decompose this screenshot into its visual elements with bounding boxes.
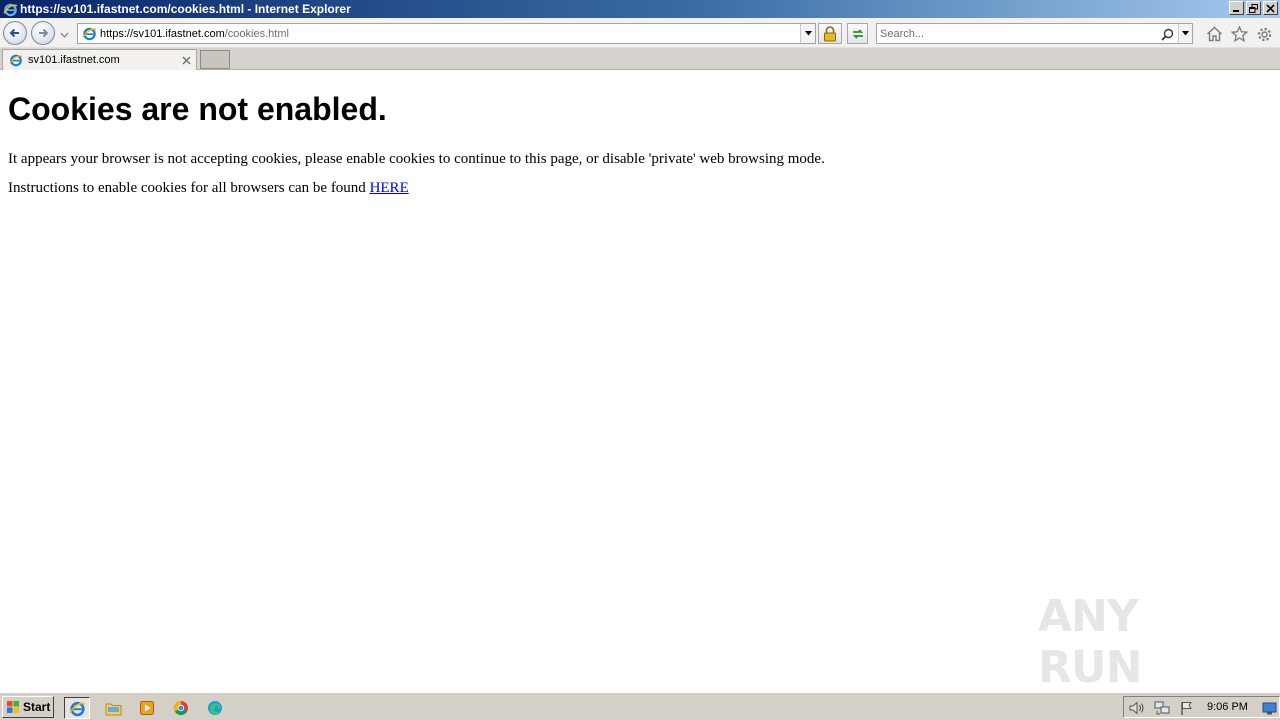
refresh-icon: [852, 28, 863, 39]
close-button[interactable]: [1263, 1, 1278, 15]
new-tab-button[interactable]: [200, 50, 230, 69]
dropdown-triangle-icon: [1182, 31, 1189, 36]
tab-bar: sv101.ifastnet.com: [0, 48, 1280, 70]
gear-icon[interactable]: [1255, 25, 1273, 43]
minimize-icon: [1233, 9, 1239, 12]
taskbar-media-player-icon[interactable]: [134, 697, 160, 719]
page-content: Cookies are not enabled. It appears your…: [0, 71, 1280, 693]
network-icon[interactable]: [1154, 700, 1170, 716]
start-label: Start: [23, 700, 51, 714]
forward-arrow-icon: [39, 28, 49, 38]
recent-pages-dropdown[interactable]: [60, 29, 69, 41]
minimize-button[interactable]: [1229, 1, 1244, 15]
watermark-text: ANY RUN: [1038, 591, 1142, 693]
window-title: https://sv101.ifastnet.com/cookies.html …: [20, 2, 351, 16]
tab-favicon-icon: [8, 52, 24, 68]
back-button[interactable]: [3, 21, 27, 45]
favorites-star-icon[interactable]: [1230, 25, 1248, 43]
search-dropdown-button[interactable]: [1178, 24, 1192, 43]
taskbar: Start 9:06 PM: [0, 692, 1280, 720]
home-icon[interactable]: [1205, 25, 1223, 43]
window-title-bar[interactable]: https://sv101.ifastnet.com/cookies.html …: [0, 0, 1280, 18]
anyrun-watermark: ANY RUN: [1038, 591, 1238, 693]
flag-icon[interactable]: [1179, 700, 1195, 716]
address-host: https://sv101.ifastnet.com: [100, 27, 225, 40]
cookie-warning-paragraph: It appears your browser is not accepting…: [8, 151, 825, 167]
restore-icon: [1249, 3, 1258, 13]
address-path: /cookies.html: [224, 27, 289, 40]
security-lock-button[interactable]: [818, 23, 842, 44]
search-box[interactable]: [876, 23, 1193, 44]
tab-label: sv101.ifastnet.com: [28, 54, 120, 66]
close-icon: [1266, 3, 1275, 13]
search-input[interactable]: [880, 26, 1150, 41]
system-tray: 9:06 PM: [1123, 696, 1280, 718]
show-desktop-icon[interactable]: [1261, 700, 1277, 716]
internet-explorer-icon: [2, 1, 18, 17]
taskbar-internet-explorer-icon[interactable]: [64, 697, 90, 719]
search-icon[interactable]: [1159, 26, 1175, 42]
window-controls: [1229, 1, 1278, 15]
address-bar[interactable]: https://sv101.ifastnet.com/cookies.html: [77, 23, 816, 44]
taskbar-chrome-icon[interactable]: [168, 697, 194, 719]
instructions-text: Instructions to enable cookies for all b…: [8, 180, 370, 196]
speaker-icon[interactable]: [1129, 700, 1145, 716]
chevron-down-icon: [60, 32, 69, 38]
site-favicon-icon: [81, 26, 97, 42]
refresh-button[interactable]: [847, 23, 868, 44]
forward-button[interactable]: [31, 21, 55, 45]
tab-active[interactable]: sv101.ifastnet.com: [2, 49, 197, 70]
instructions-paragraph: Instructions to enable cookies for all b…: [8, 179, 409, 197]
taskbar-folder-icon[interactable]: [100, 697, 126, 719]
start-button[interactable]: Start: [2, 696, 54, 718]
taskbar-edge-icon[interactable]: [202, 697, 228, 719]
tab-close-icon[interactable]: [180, 54, 192, 66]
page-heading: Cookies are not enabled.: [8, 91, 387, 127]
navigation-bar: https://sv101.ifastnet.com/cookies.html: [0, 18, 1280, 48]
restore-button[interactable]: [1246, 1, 1261, 15]
address-url[interactable]: https://sv101.ifastnet.com/cookies.html: [100, 28, 289, 40]
taskbar-clock[interactable]: 9:06 PM: [1207, 701, 1248, 713]
lock-icon: [824, 25, 836, 41]
address-dropdown-button[interactable]: [800, 24, 815, 43]
windows-logo-icon: [6, 700, 20, 714]
here-link[interactable]: HERE: [370, 180, 409, 196]
back-arrow-icon: [9, 28, 19, 38]
dropdown-triangle-icon: [804, 31, 812, 36]
